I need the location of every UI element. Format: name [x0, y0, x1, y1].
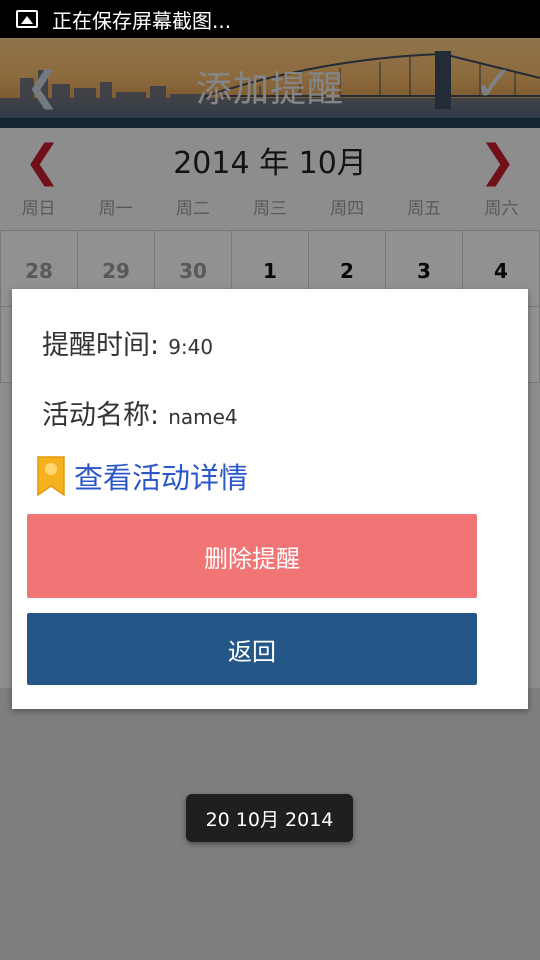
- bookmark-icon: [37, 456, 65, 497]
- back-button[interactable]: 返回: [27, 613, 477, 685]
- activity-name-value: name4: [168, 405, 238, 429]
- activity-name-label: 活动名称:: [42, 400, 160, 431]
- status-bar: 正在保存屏幕截图...: [0, 0, 540, 38]
- view-details-link[interactable]: 查看活动详情: [36, 455, 248, 497]
- status-text: 正在保存屏幕截图...: [52, 8, 232, 33]
- reminder-time-label: 提醒时间:: [42, 330, 160, 361]
- reminder-dialog: 提醒时间: 9:40 活动名称: name4 查看活动详情 删除提醒 返回: [12, 289, 528, 709]
- view-details-text[interactable]: 查看活动详情: [74, 455, 248, 497]
- image-icon: [16, 10, 38, 28]
- reminder-time-row: 提醒时间: 9:40: [42, 323, 213, 362]
- delete-reminder-button[interactable]: 删除提醒: [27, 514, 477, 598]
- date-toast: 20 10月 2014: [186, 794, 353, 842]
- reminder-time-value: 9:40: [168, 335, 214, 359]
- activity-name-row: 活动名称: name4: [42, 393, 238, 432]
